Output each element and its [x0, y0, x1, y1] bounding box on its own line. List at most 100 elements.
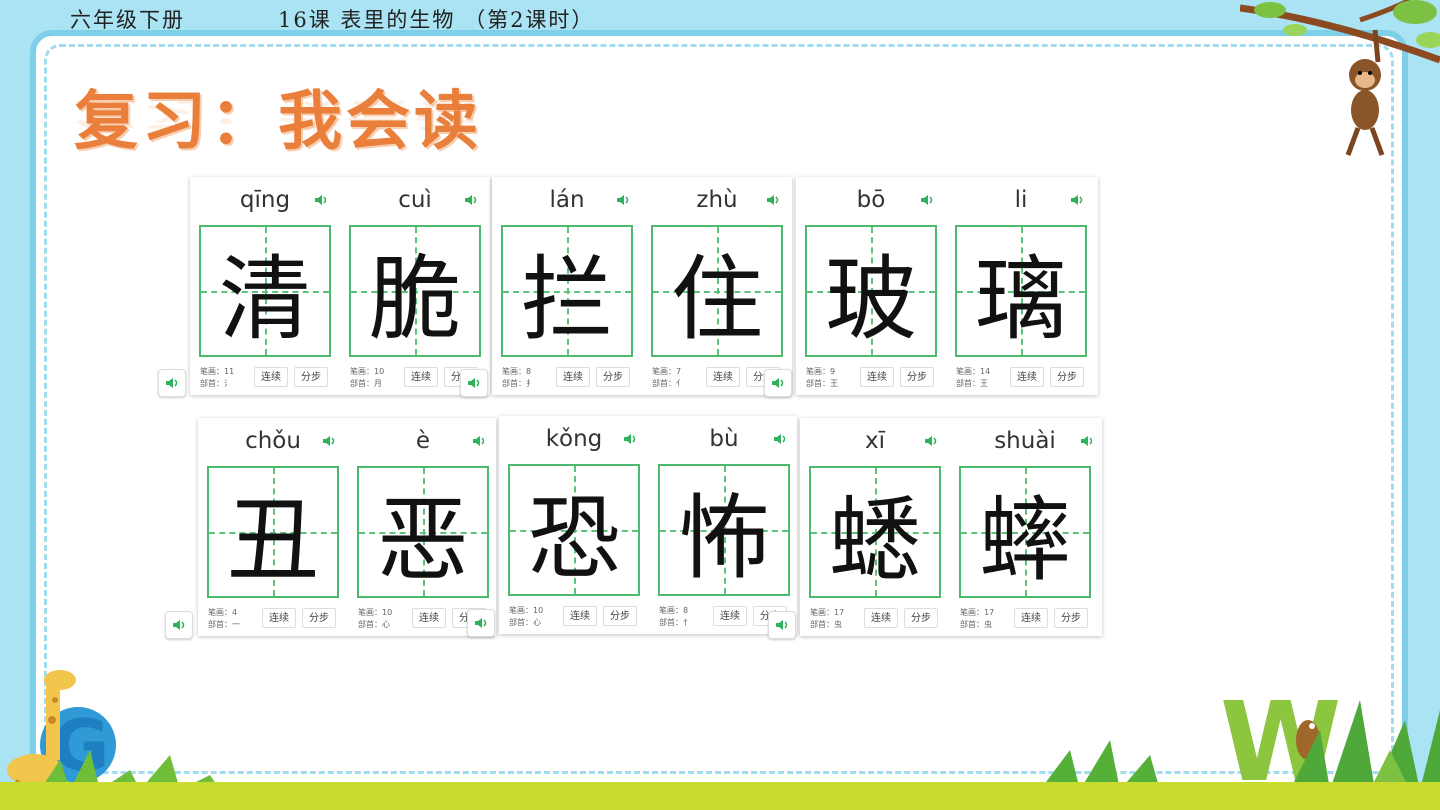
stroke-info: 笔画：10 部首：心 [509, 606, 544, 627]
stroke-info: 笔画：8 部首：忄 [659, 606, 691, 627]
speaker-icon[interactable] [924, 435, 938, 447]
connect-button[interactable]: 连续 [563, 606, 597, 626]
char-card: cuì 脆 笔画：10部首：月 连续 分步 [340, 177, 490, 397]
speaker-icon[interactable] [464, 194, 478, 206]
tianzige-grid: 恐 [508, 464, 640, 596]
monkey-branch-icon [1240, 0, 1440, 156]
hanzi-character: 恶 [376, 486, 469, 594]
speaker-icon [468, 378, 480, 388]
stroke-info: 笔画：17 部首：虫 [810, 608, 845, 629]
char-card-panel: kǒng 恐 笔画：10 部首：心 连续 分步 bù 怖 笔画：8 部首：忄 连续 … [499, 416, 797, 634]
connect-button[interactable]: 连续 [404, 367, 438, 387]
char-card: è 恶 笔画：10部首：心 连续 分步 [348, 418, 498, 638]
char-card: lán 拦 笔画：8 部首：扌 连续 分步 [492, 177, 642, 397]
stroke-info: 笔画：11 部首：氵 [200, 367, 235, 388]
speaker-icon[interactable] [322, 435, 336, 447]
hanzi-character: 怖 [677, 484, 770, 592]
connect-button[interactable]: 连续 [860, 367, 894, 387]
panel-speaker-button[interactable] [165, 611, 193, 639]
char-card: chǒu 丑 笔画：4 部首：一 连续 分步 [198, 418, 348, 638]
hanzi-character: 蟀 [978, 486, 1071, 594]
pinyin-label: shuài [994, 428, 1056, 454]
tianzige-grid: 清 [199, 225, 331, 357]
step-button[interactable]: 分步 [294, 367, 328, 387]
char-card: zhù 住 笔画：7 部首：亻 连续 分步 [642, 177, 792, 397]
hanzi-character: 丑 [226, 486, 319, 594]
connect-button[interactable]: 连续 [412, 608, 446, 628]
connect-button[interactable]: 连续 [1010, 367, 1044, 387]
connect-button[interactable]: 连续 [556, 367, 590, 387]
ground-strip [0, 782, 1440, 810]
char-card: li 璃 笔画：14 部首：王 连续 分步 [946, 177, 1096, 397]
char-card: bō 玻 笔画：9 部首：王 连续 分步 [796, 177, 946, 397]
stroke-info: 笔画：7 部首：亻 [652, 367, 684, 388]
char-card-panel: chǒu 丑 笔画：4部首：一 连续 分步 è 恶 笔画：10部首：心 连续 分… [198, 418, 496, 636]
step-button[interactable]: 分步 [904, 608, 938, 628]
tianzige-grid: 丑 [207, 466, 339, 598]
hanzi-character: 玻 [824, 245, 917, 353]
speaker-icon[interactable] [1080, 435, 1094, 447]
connect-button[interactable]: 连续 [706, 367, 740, 387]
connect-button[interactable]: 连续 [864, 608, 898, 628]
speaker-icon [475, 618, 487, 628]
char-card: qīng 清 笔画：11 部首：氵 连续 分步 [190, 177, 340, 397]
speaker-icon[interactable] [920, 194, 934, 206]
hanzi-character: 恐 [527, 484, 620, 592]
tianzige-grid: 拦 [501, 225, 633, 357]
step-button[interactable]: 分步 [302, 608, 336, 628]
char-card: bù 怖 笔画：8部首：忄 连续 分步 [649, 416, 799, 636]
panel-speaker-button[interactable] [764, 369, 792, 397]
tianzige-grid: 玻 [805, 225, 937, 357]
step-button[interactable]: 分步 [596, 367, 630, 387]
char-card-panel: lán 拦 笔画：8 部首：扌 连续 分步 zhù 住 笔画：7 部首：亻 连续 分… [492, 177, 792, 395]
tianzige-grid: 蟀 [959, 466, 1091, 598]
speaker-icon[interactable] [766, 194, 780, 206]
char-card-panel: bō 玻 笔画：9 部首：王 连续 分步 li 璃 笔画：14 部首：王 连续 分步 [796, 177, 1098, 395]
panel-speaker-button[interactable] [768, 611, 796, 639]
hanzi-character: 拦 [520, 245, 613, 353]
speaker-icon[interactable] [314, 194, 328, 206]
char-card-panel: xī 蟋 笔画：17 部首：虫 连续 分步 shuài 蟀 笔画：17 部首：虫 连… [800, 418, 1102, 636]
hanzi-character: 住 [670, 245, 763, 353]
char-card: shuài 蟀 笔画：17 部首：虫 连续 分步 [950, 418, 1100, 638]
speaker-icon[interactable] [472, 435, 486, 447]
speaker-icon[interactable] [623, 433, 637, 445]
page-title-reflection: 复习：我会读 [74, 95, 482, 134]
speaker-icon[interactable] [773, 433, 787, 445]
step-button[interactable]: 分步 [603, 606, 637, 626]
tianzige-grid: 璃 [955, 225, 1087, 357]
step-button[interactable]: 分步 [1050, 367, 1084, 387]
speaker-icon[interactable] [616, 194, 630, 206]
speaker-icon [173, 620, 185, 630]
connect-button[interactable]: 连续 [1014, 608, 1048, 628]
tianzige-grid: 恶 [357, 466, 489, 598]
tianzige-grid: 住 [651, 225, 783, 357]
step-button[interactable]: 分步 [1054, 608, 1088, 628]
speaker-icon [776, 620, 788, 630]
hanzi-character: 脆 [368, 245, 461, 353]
speaker-icon [166, 378, 178, 388]
stroke-info: 笔画：17 部首：虫 [960, 608, 995, 629]
stroke-info: 笔画：10 部首：月 [350, 367, 385, 388]
speaker-icon[interactable] [1070, 194, 1084, 206]
connect-button[interactable]: 连续 [262, 608, 296, 628]
stroke-info: 笔画：9 部首：王 [806, 367, 838, 388]
tianzige-grid: 怖 [658, 464, 790, 596]
panel-speaker-button[interactable] [460, 369, 488, 397]
hanzi-character: 蟋 [828, 486, 921, 594]
speaker-icon [772, 378, 784, 388]
panel-speaker-button[interactable] [467, 609, 495, 637]
stroke-info: 笔画：10 部首：心 [358, 608, 393, 629]
tianzige-grid: 蟋 [809, 466, 941, 598]
panel-speaker-button[interactable] [158, 369, 186, 397]
connect-button[interactable]: 连续 [254, 367, 288, 387]
char-card-panel: qīng 清 笔画：11 部首：氵 连续 分步 cuì 脆 笔画：10 部首：月 连… [190, 177, 490, 395]
hanzi-character: 清 [218, 245, 311, 353]
connect-button[interactable]: 连续 [713, 606, 747, 626]
step-button[interactable]: 分步 [900, 367, 934, 387]
stroke-info: 笔画：4 部首：一 [208, 608, 240, 629]
hanzi-character: 璃 [974, 245, 1067, 353]
char-card: kǒng 恐 笔画：10 部首：心 连续 分步 [499, 416, 649, 636]
grass-w-icon: W [1040, 678, 1440, 790]
stroke-info: 笔画：14 部首：王 [956, 367, 991, 388]
